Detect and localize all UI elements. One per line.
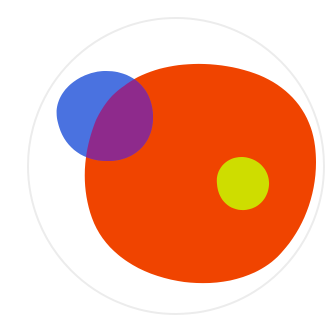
logo-canvas (0, 0, 334, 330)
abstract-blob-logo-icon (27, 17, 325, 315)
